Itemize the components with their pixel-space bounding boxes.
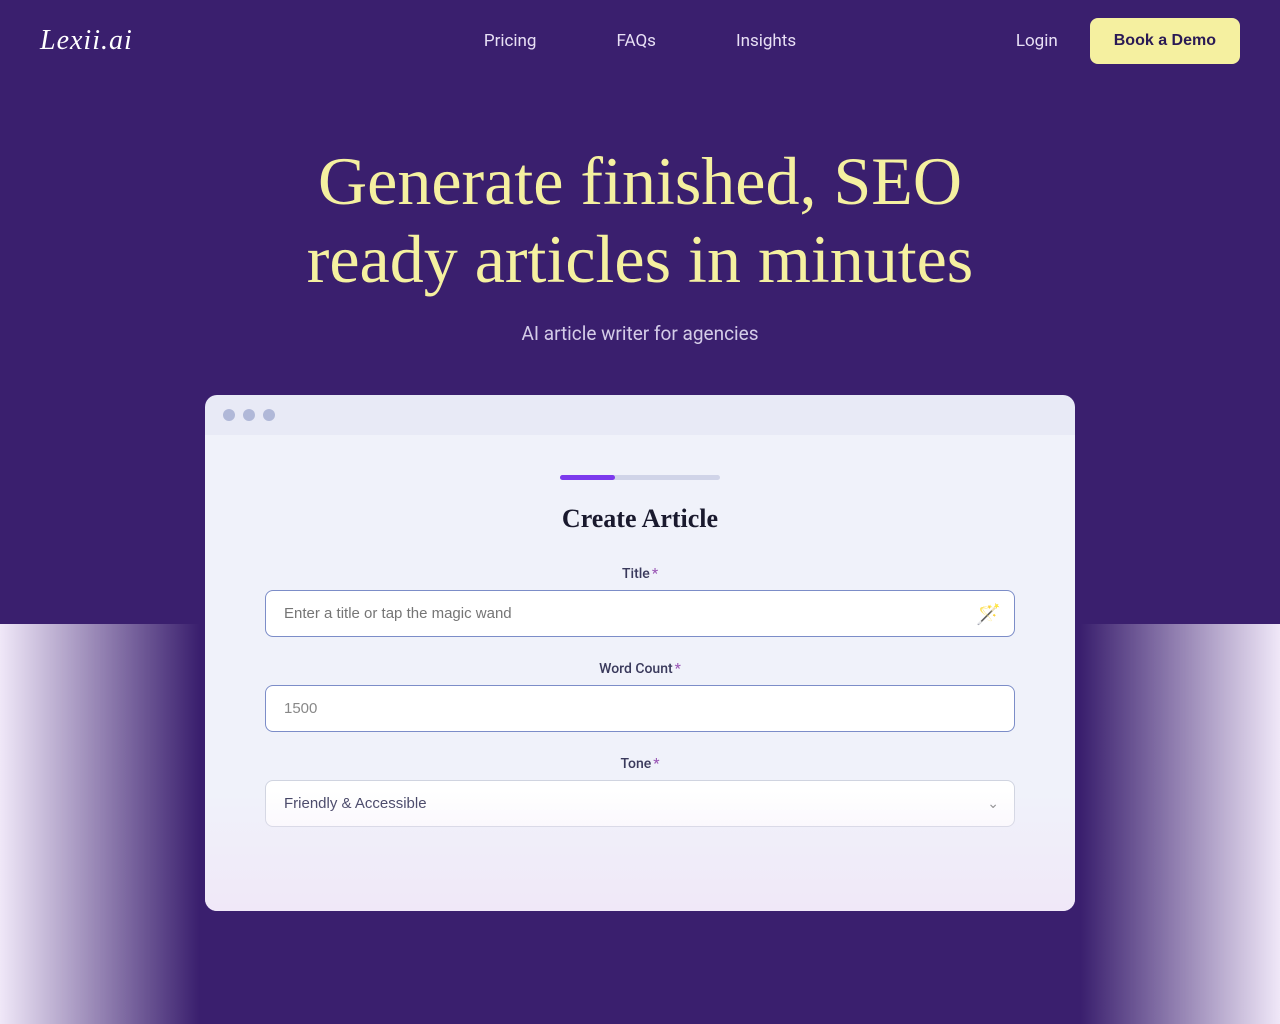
tone-select[interactable]: Friendly & Accessible Professional Casua… — [265, 780, 1015, 827]
tone-required: * — [653, 756, 659, 772]
word-count-required: * — [675, 661, 681, 677]
tone-select-wrapper: Friendly & Accessible Professional Casua… — [265, 780, 1015, 827]
title-label: Title* — [265, 566, 1015, 582]
tone-field-group: Tone* Friendly & Accessible Professional… — [265, 756, 1015, 827]
word-count-label: Word Count* — [265, 661, 1015, 677]
form-title: Create Article — [265, 504, 1015, 534]
window-chrome — [205, 395, 1075, 435]
nav-link-pricing[interactable]: Pricing — [484, 31, 537, 51]
window-body: Create Article Title* 🪄 Word Count* — [205, 435, 1075, 911]
navbar: Lexii.ai Pricing FAQs Insights Login Boo… — [0, 0, 1280, 82]
demo-window: Create Article Title* 🪄 Word Count* — [205, 395, 1075, 911]
hero-title: Generate finished, SEO ready articles in… — [240, 142, 1040, 298]
title-field-group: Title* 🪄 — [265, 566, 1015, 637]
tone-label: Tone* — [265, 756, 1015, 772]
nav-links: Pricing FAQs Insights — [484, 31, 796, 51]
title-input-wrapper: 🪄 — [265, 590, 1015, 637]
word-count-input[interactable] — [265, 685, 1015, 732]
window-dot-yellow — [243, 409, 255, 421]
title-input[interactable] — [265, 590, 1015, 637]
magic-wand-icon[interactable]: 🪄 — [976, 602, 1001, 626]
window-dot-red — [223, 409, 235, 421]
login-link[interactable]: Login — [1016, 31, 1058, 51]
nav-link-insights[interactable]: Insights — [736, 31, 796, 51]
hero-section: Generate finished, SEO ready articles in… — [0, 82, 1280, 911]
title-required: * — [652, 566, 658, 582]
logo[interactable]: Lexii.ai — [40, 25, 133, 57]
book-demo-button[interactable]: Book a Demo — [1090, 18, 1240, 64]
hero-subtitle: AI article writer for agencies — [521, 322, 758, 345]
progress-area — [265, 475, 1015, 480]
progress-bar-track — [560, 475, 720, 480]
word-count-field-group: Word Count* — [265, 661, 1015, 732]
logo-text: Lexii.ai — [40, 25, 133, 57]
nav-link-faqs[interactable]: FAQs — [616, 31, 655, 51]
window-dot-green — [263, 409, 275, 421]
progress-bar-fill — [560, 475, 615, 480]
nav-right: Login Book a Demo — [1016, 18, 1240, 64]
